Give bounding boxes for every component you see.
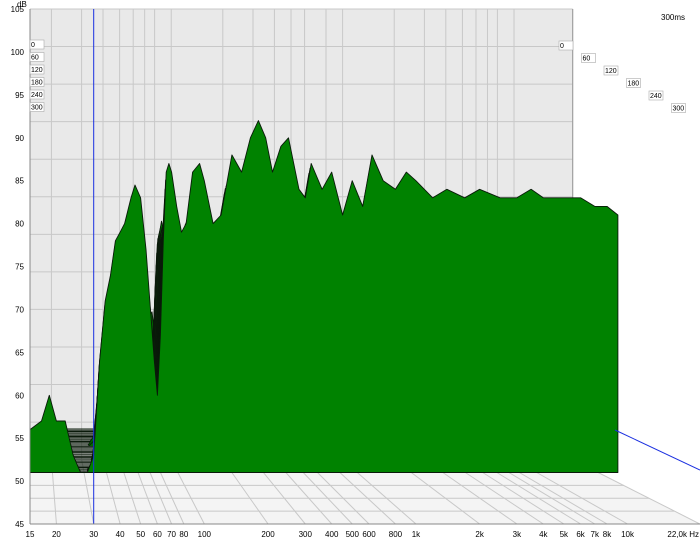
x-tick-label: 70 [167,530,176,539]
time-tick-label: 120 [31,67,43,74]
y-tick-label: 85 [15,177,24,186]
time-label-right: 240 [648,90,664,101]
x-tick-label: 1k [412,530,421,539]
time-tick-label: 120 [605,68,617,75]
y-unit-label: dB [17,0,27,9]
x-tick-label: 22,0k Hz [667,530,699,539]
time-tick-label: 240 [31,92,43,99]
time-label-left: 300 [29,102,45,112]
time-axis-end-label: 300ms [661,13,685,22]
time-label-left: 60 [29,52,45,62]
y-tick-label: 70 [15,305,24,314]
y-tick-label: 45 [15,520,24,529]
x-tick-label: 4k [539,530,548,539]
time-tick-label: 180 [31,80,43,87]
time-tick-label: 180 [628,81,640,88]
time-tick-label: 0 [560,43,564,50]
x-tick-label: 800 [389,530,403,539]
x-tick-label: 60 [153,530,162,539]
time-label-left: 120 [29,64,45,75]
time-label-left: 0 [29,39,45,50]
x-tick-label: 500 [346,530,360,539]
time-tick-label: 240 [650,93,662,100]
x-tick-label: 40 [116,530,125,539]
y-tick-label: 65 [15,348,24,357]
x-tick-label: 3k [513,530,522,539]
y-tick-label: 60 [15,391,24,400]
x-tick-label: 50 [136,530,145,539]
time-label-right: 0 [558,40,574,51]
time-label-left: 180 [29,77,45,87]
x-tick-label: 100 [198,530,212,539]
y-tick-label: 75 [15,263,24,272]
y-tick-label: 50 [15,477,24,486]
time-label-right: 120 [603,65,619,76]
time-tick-label: 300 [31,105,43,112]
x-tick-label: 600 [362,530,376,539]
time-label-left: 240 [29,89,45,100]
waterfall-plot: 4550556065707580859095100105 15 20 30 40 50 6… [0,0,700,541]
y-tick-label: 100 [11,48,25,57]
y-tick-label: 95 [15,91,24,100]
x-tick-label: 300 [299,530,313,539]
x-tick-label: 10k [621,530,635,539]
time-tick-label: 300 [673,106,685,113]
x-tick-label: 6k [576,530,585,539]
x-tick-label: 400 [325,530,339,539]
x-tick-label: 8k [603,530,612,539]
time-tick-label: 60 [583,56,591,63]
x-tick-label: 20 [52,530,61,539]
time-tick-label: 0 [31,42,35,49]
y-tick-label: 90 [15,134,24,143]
x-tick-label: 7k [591,530,600,539]
time-label-right: 300 [671,103,686,113]
y-tick-label: 55 [15,434,24,443]
x-tick-label: 15 [26,530,35,539]
x-tick-label: 5k [560,530,569,539]
x-tick-label: 80 [179,530,188,539]
y-tick-label: 80 [15,220,24,229]
x-tick-label: 2k [475,530,484,539]
time-tick-label: 60 [31,55,39,62]
x-tick-label: 200 [261,530,275,539]
x-tick-label: 30 [89,530,98,539]
time-label-right: 60 [581,53,596,63]
time-label-right: 180 [626,78,641,88]
